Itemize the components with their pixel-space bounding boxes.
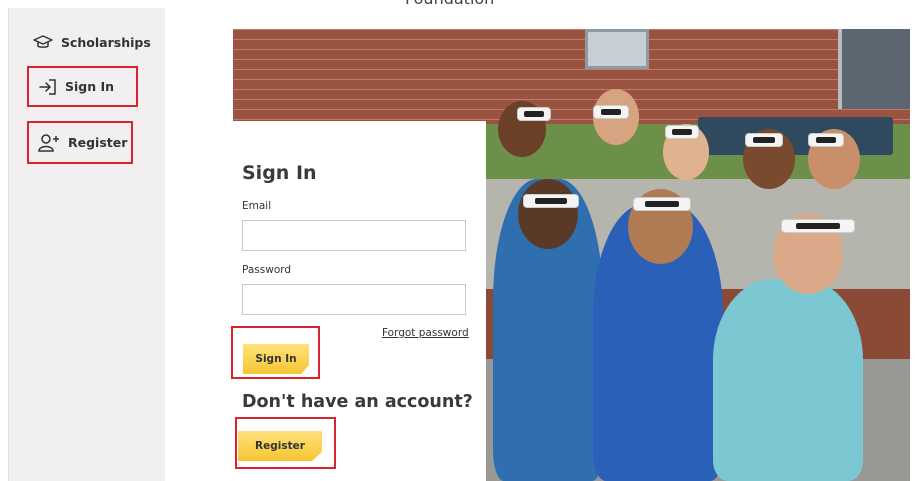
sign-in-arrow-icon — [39, 78, 56, 95]
page-header-strip: Foundation — [0, 0, 917, 8]
eclipse-glasses — [523, 194, 579, 208]
site-title-partial: Foundation — [405, 0, 494, 8]
forgot-password-link[interactable]: Forgot password — [382, 327, 469, 339]
child-head — [518, 179, 578, 249]
eclipse-glasses — [593, 105, 629, 119]
sidebar: Scholarships Sign In Register — [8, 8, 165, 481]
building-door — [838, 29, 910, 109]
register-button-highlight — [235, 417, 336, 469]
sidebar-item-scholarships[interactable]: Scholarships — [33, 34, 151, 50]
sign-in-button-highlight — [231, 326, 320, 379]
eclipse-glasses — [781, 219, 855, 233]
sidebar-item-label: Scholarships — [61, 34, 151, 50]
graduation-cap-icon — [33, 35, 53, 48]
eclipse-glasses — [633, 197, 691, 211]
email-label: Email — [242, 200, 272, 212]
eclipse-glasses — [517, 107, 551, 121]
email-field[interactable] — [242, 220, 466, 251]
sidebar-item-register[interactable]: Register — [27, 121, 133, 164]
sidebar-item-label: Sign In — [65, 79, 115, 94]
eclipse-glasses — [808, 133, 844, 147]
password-label: Password — [242, 264, 292, 276]
sidebar-item-label: Register — [68, 135, 128, 150]
sign-in-heading: Sign In — [242, 162, 317, 184]
password-field[interactable] — [242, 284, 466, 315]
eclipse-glasses — [665, 125, 699, 139]
no-account-heading: Don't have an account? — [242, 392, 473, 412]
eclipse-glasses — [745, 133, 783, 147]
user-plus-icon — [38, 133, 59, 152]
bench — [698, 117, 893, 155]
child-figure — [713, 279, 863, 481]
building-window — [585, 29, 649, 69]
sidebar-item-sign-in[interactable]: Sign In — [27, 66, 138, 107]
